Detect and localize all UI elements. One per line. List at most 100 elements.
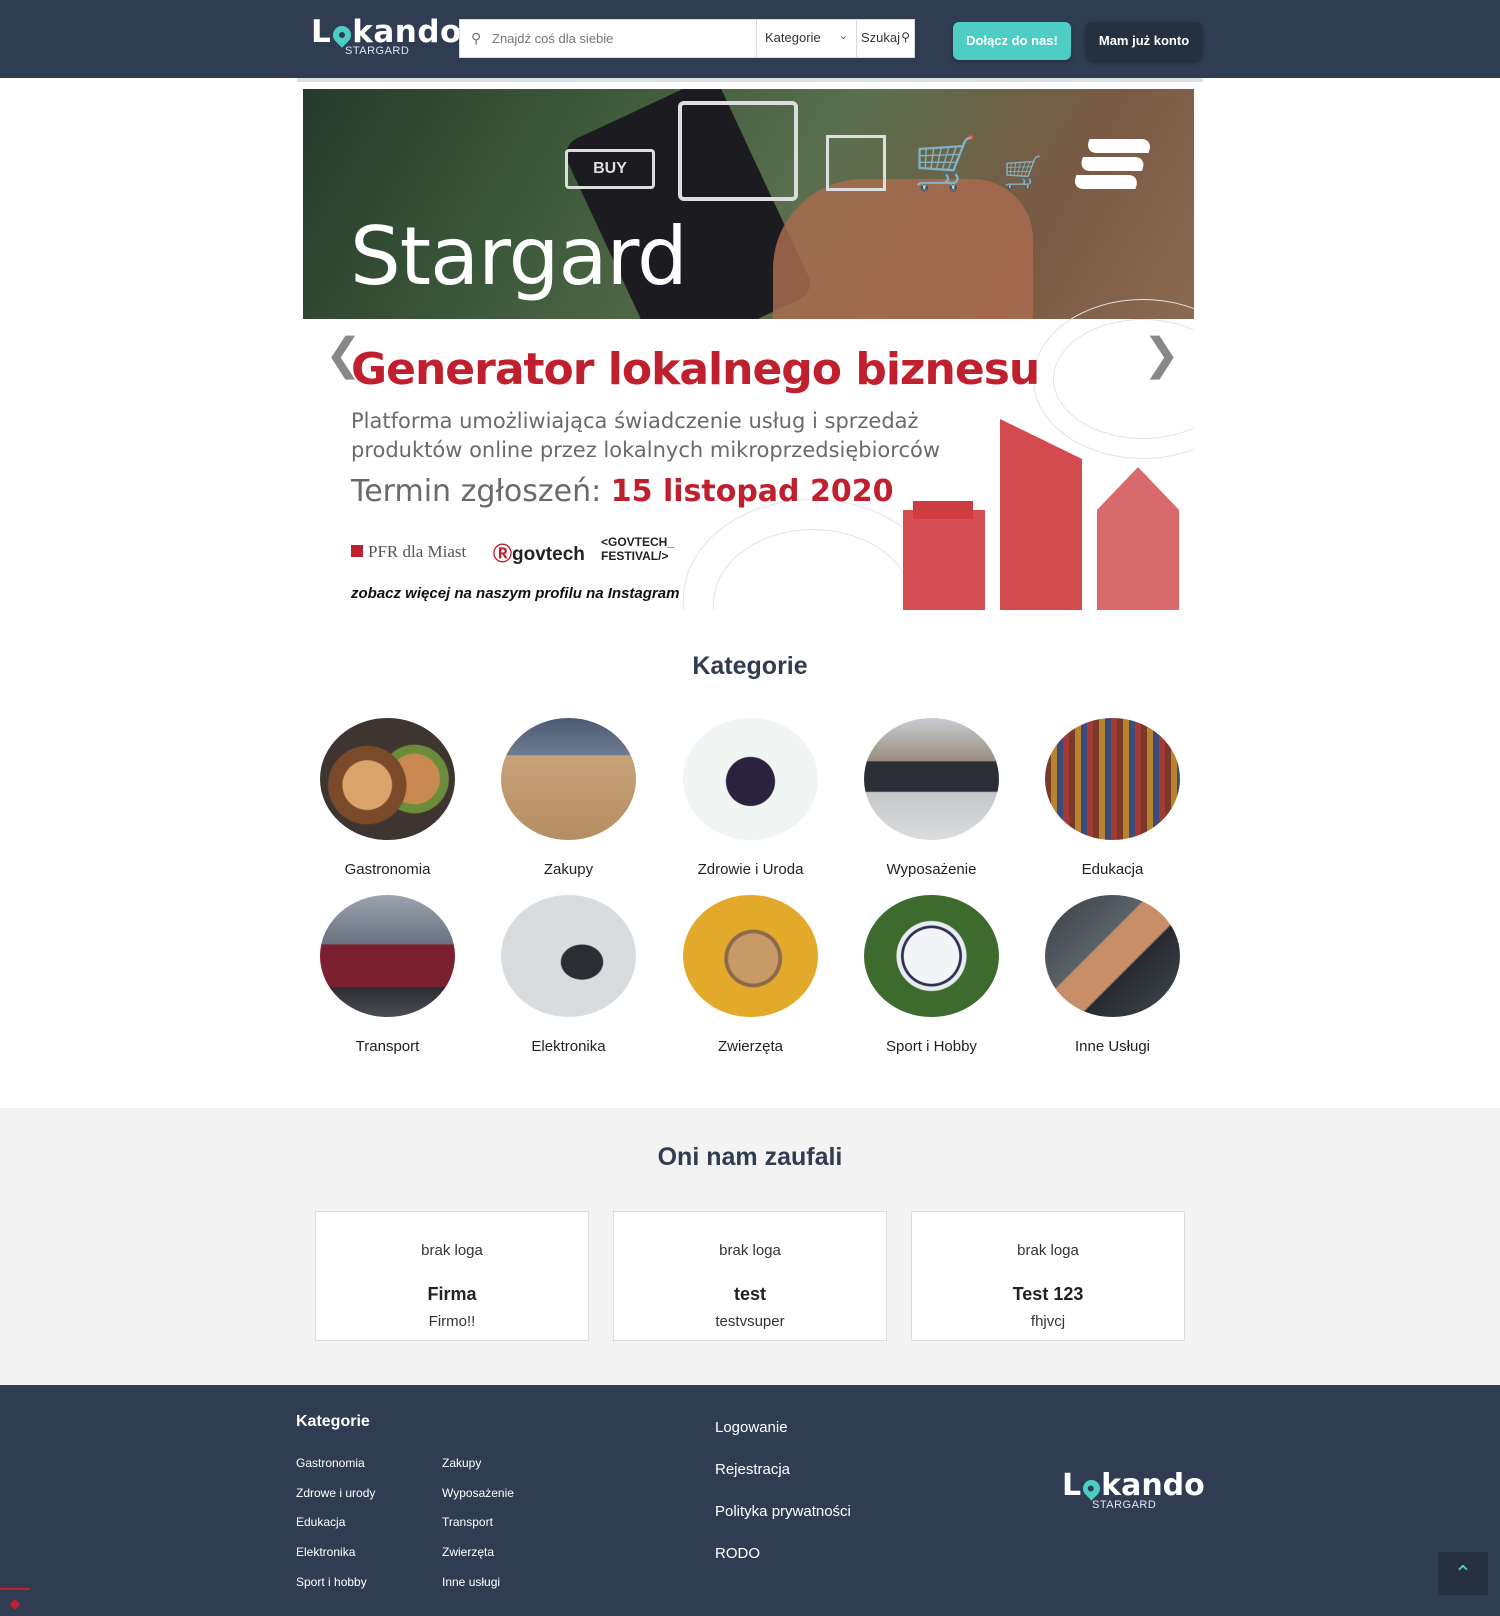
partner-name: test — [733, 1284, 766, 1304]
footer-category-link[interactable]: Sport i hobby — [296, 1575, 367, 1589]
category-zdrowie-i-uroda[interactable]: Zdrowie i Uroda — [660, 718, 841, 888]
footer-category-link[interactable]: Zwierzęta — [442, 1545, 494, 1559]
partner-card[interactable]: brak loga test testvsuper — [613, 1211, 887, 1341]
category-label: Transport — [355, 1038, 420, 1055]
category-inne-uslugi[interactable]: Inne Usługi — [1022, 895, 1203, 1065]
search-button[interactable]: Szukaj ⚲ — [856, 20, 915, 57]
banner-description-line1: Platforma umożliwiająca świadczenie usłu… — [351, 409, 919, 433]
logo-word: kando — [1101, 1468, 1205, 1503]
category-elektronika[interactable]: Elektronika — [478, 895, 659, 1065]
footer-category-link[interactable]: Wyposażenie — [442, 1486, 514, 1500]
buy-icon: BUY — [565, 149, 655, 189]
hero-banner-slider[interactable]: BUY 🛒 🛒 Stargard Generator lokalnego biz… — [303, 89, 1194, 610]
laravel-debug-icon[interactable]: ◆ — [0, 1588, 30, 1616]
partner-card[interactable]: brak loga Firma Firmo!! — [315, 1211, 589, 1341]
partner-pfr-logo: PFR dla Miast — [351, 542, 466, 562]
footer-link-privacy[interactable]: Polityka prywatności — [715, 1503, 851, 1520]
category-select[interactable]: Kategorie ⌄ — [756, 20, 856, 57]
join-button[interactable]: Dołącz do nas! — [953, 22, 1071, 60]
instagram-note: zobacz więcej na naszym profilu na Insta… — [351, 585, 680, 602]
search-icon: ⚲ — [901, 30, 910, 44]
govtech-icon: Ⓡ — [493, 544, 513, 565]
site-logo[interactable]: Lkando STARGARD — [311, 14, 461, 60]
footer-link-register[interactable]: Rejestracja — [715, 1461, 790, 1478]
search-bar: ⚲ Kategorie ⌄ Szukaj ⚲ — [459, 19, 915, 58]
footer-link-login[interactable]: Logowanie — [715, 1419, 788, 1436]
partner-card[interactable]: brak loga Test 123 fhjvcj — [911, 1211, 1185, 1341]
partner-pfr-label: PFR dla Miast — [368, 542, 467, 561]
category-image — [320, 895, 455, 1017]
category-zakupy[interactable]: Zakupy — [478, 718, 659, 888]
footer-category-link[interactable]: Edukacja — [296, 1515, 345, 1529]
category-label: Gastronomia — [344, 861, 431, 878]
banner-headline: Generator lokalnego biznesu — [351, 344, 1040, 395]
chevron-left-icon[interactable]: ❮ — [325, 329, 362, 380]
partner-description: fhjvcj — [1030, 1313, 1066, 1330]
search-input[interactable] — [490, 20, 760, 57]
footer-category-link[interactable]: Gastronomia — [296, 1456, 365, 1470]
category-wyposazenie[interactable]: Wyposażenie — [841, 718, 1022, 888]
deadline-label: Termin zgłoszeń: — [351, 474, 611, 509]
category-image — [683, 718, 818, 840]
banner-deadline: Termin zgłoszeń: 15 listopad 2020 — [351, 474, 893, 509]
category-sport-i-hobby[interactable]: Sport i Hobby — [841, 895, 1022, 1065]
category-transport[interactable]: Transport — [297, 895, 478, 1065]
footer-category-link[interactable]: Inne usługi — [442, 1575, 500, 1589]
footer-category-link[interactable]: Zdrowe i urody — [296, 1486, 375, 1500]
chevron-right-icon[interactable]: ❯ — [1143, 329, 1180, 380]
festival-line1: <GOVTECH_ — [601, 535, 675, 549]
category-label: Zakupy — [543, 861, 594, 878]
partner-description: testvsuper — [715, 1313, 785, 1330]
partner-govtech-logo: Ⓡgovtech — [493, 539, 585, 566]
category-edukacja[interactable]: Edukacja — [1022, 718, 1203, 888]
pfr-icon — [351, 545, 363, 557]
package-icon — [826, 135, 886, 191]
logo-letter: L — [1062, 1468, 1082, 1503]
category-label: Zdrowie i Uroda — [697, 861, 804, 878]
category-image — [501, 895, 636, 1017]
category-gastronomia[interactable]: Gastronomia — [297, 718, 478, 888]
chevron-down-icon: ⌄ — [838, 30, 848, 42]
banner-photo: BUY 🛒 🛒 Stargard — [303, 89, 1194, 364]
category-zwierzeta[interactable]: Zwierzęta — [660, 895, 841, 1065]
scroll-to-top-button[interactable]: ⌃ — [1438, 1552, 1488, 1595]
banner-description-line2: produktów online przez lokalnych mikropr… — [351, 438, 941, 462]
category-image — [864, 718, 999, 840]
footer-category-link[interactable]: Transport — [442, 1515, 493, 1529]
logo-subtitle: STARGARD — [345, 45, 410, 57]
top-navbar: Lkando STARGARD ⚲ Kategorie ⌄ Szukaj ⚲ D… — [0, 0, 1500, 78]
search-icon: ⚲ — [471, 30, 482, 46]
partner-name: Firma — [427, 1284, 477, 1304]
footer-category-link[interactable]: Elektronika — [296, 1545, 355, 1559]
footer-categories-title: Kategorie — [296, 1413, 370, 1430]
category-image — [864, 895, 999, 1017]
category-label: Elektronika — [531, 1038, 606, 1055]
shopping-cart-icon: 🛒 — [1003, 154, 1043, 190]
logo-subtitle: STARGARD — [1092, 1499, 1157, 1511]
partner-festival-logo: <GOVTECH_ FESTIVAL/> — [601, 535, 674, 563]
partner-description: Firmo!! — [428, 1313, 476, 1330]
footer-link-rodo[interactable]: RODO — [715, 1545, 760, 1562]
footer-logo[interactable]: Lkando STARGARD — [1062, 1468, 1205, 1513]
header-divider — [297, 78, 1203, 82]
store-icon — [678, 101, 798, 201]
partner-logo-placeholder: brak loga — [421, 1242, 483, 1259]
footer-category-link[interactable]: Zakupy — [442, 1456, 481, 1470]
partner-logo-placeholder: brak loga — [1017, 1242, 1079, 1259]
deadline-date: 15 listopad 2020 — [610, 474, 894, 509]
category-label: Zwierzęta — [717, 1038, 784, 1055]
category-image — [1045, 895, 1180, 1017]
chevron-up-icon: ⌃ — [1453, 1561, 1473, 1586]
category-image — [320, 718, 455, 840]
category-label: Sport i Hobby — [886, 1038, 977, 1055]
partner-govtech-label: govtech — [512, 544, 585, 565]
category-label: Wyposażenie — [886, 861, 977, 878]
festival-line2: FESTIVAL/> — [601, 549, 669, 563]
partner-logo-placeholder: brak loga — [719, 1242, 781, 1259]
category-label: Inne Usługi — [1074, 1038, 1151, 1055]
partner-name: Test 123 — [1012, 1284, 1084, 1304]
login-button[interactable]: Mam już konto — [1086, 22, 1202, 60]
banner-city: Stargard — [350, 210, 688, 303]
search-button-label: Szukaj — [861, 30, 901, 45]
banner-photo-man — [903, 510, 985, 610]
